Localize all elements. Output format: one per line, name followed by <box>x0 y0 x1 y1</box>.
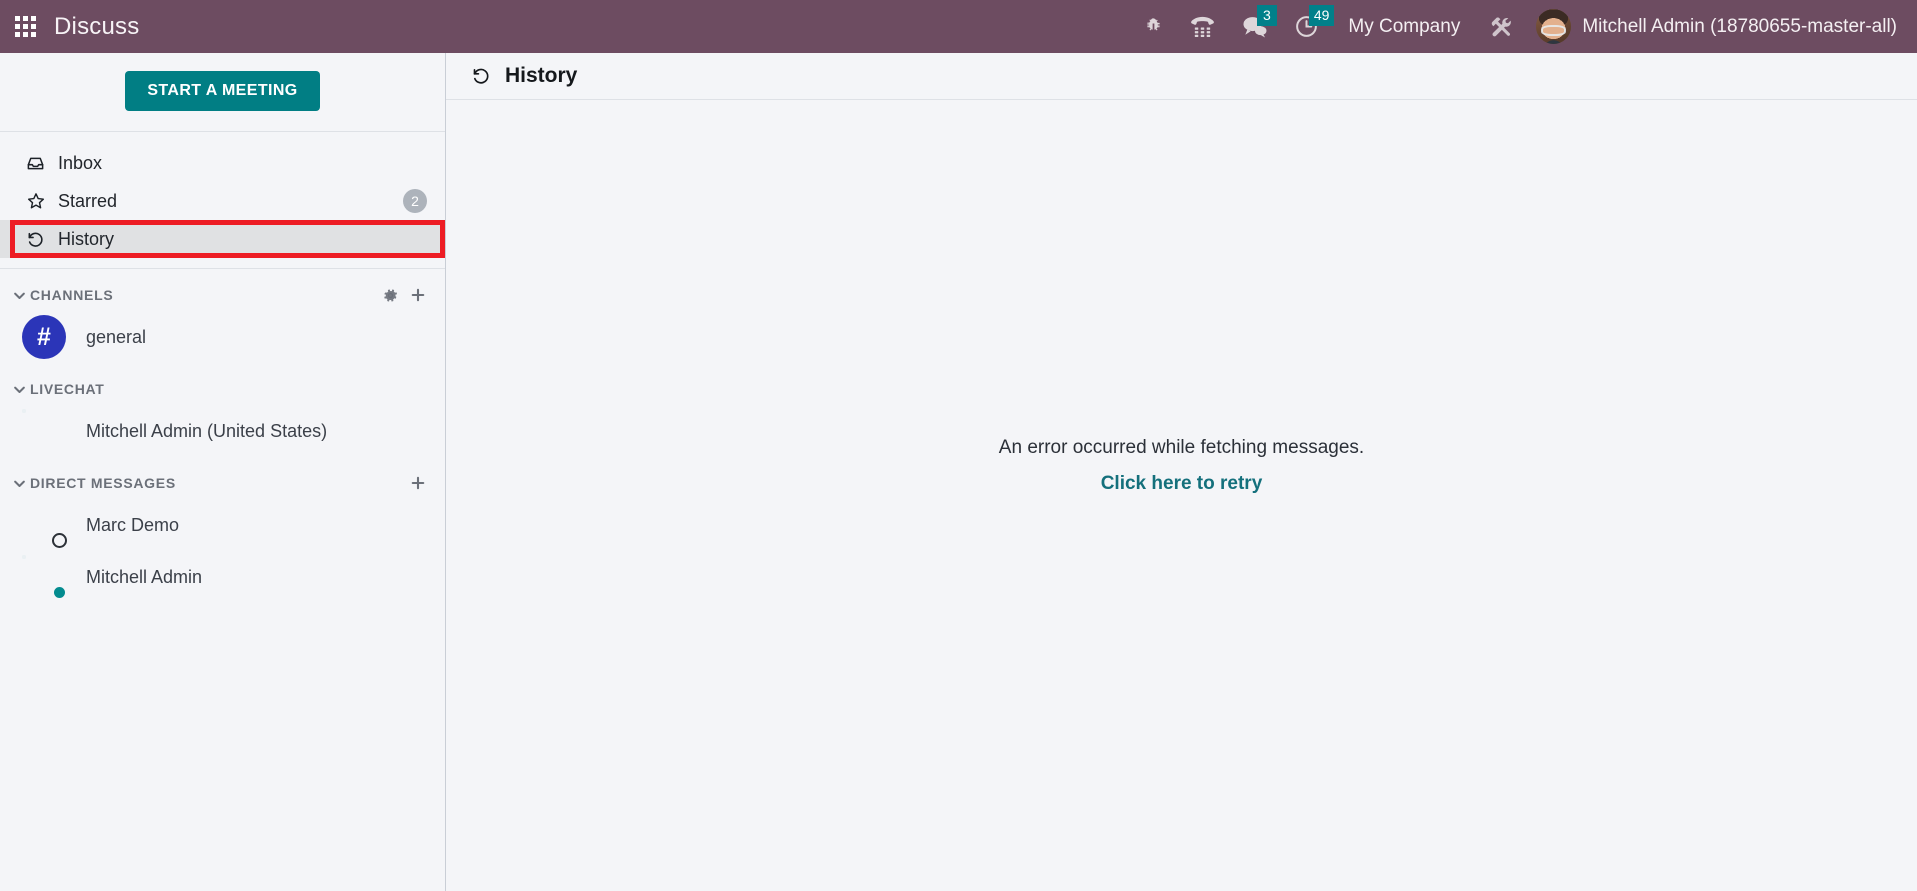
group-title: DIRECT MESSAGES <box>30 475 176 491</box>
group-title: CHANNELS <box>30 287 114 303</box>
activities-menu-button[interactable]: 49 <box>1281 0 1335 53</box>
status-indicator-offline <box>52 533 67 548</box>
messages-menu-button[interactable]: 3 <box>1228 0 1281 53</box>
hash-icon: # <box>22 315 66 359</box>
channels-group-header[interactable]: CHANNELS <box>0 279 445 311</box>
avatar <box>1536 9 1572 44</box>
sidebar-group-channels: CHANNELS # general <box>0 269 445 363</box>
group-title: LIVECHAT <box>30 381 105 397</box>
top-navbar: Discuss 3 49 My Company Mitchell Admin (… <box>0 0 1917 53</box>
avatar <box>22 409 66 453</box>
sidebar-channel-general[interactable]: # general <box>0 311 445 363</box>
channel-name: general <box>86 326 147 347</box>
sidebar-item-label: Starred <box>58 190 118 211</box>
history-icon <box>471 66 491 86</box>
sidebar-dm-marc-demo[interactable]: Marc Demo <box>0 499 445 551</box>
history-icon <box>26 230 52 249</box>
avatar <box>22 503 67 548</box>
activities-count-badge: 49 <box>1308 5 1335 26</box>
apps-grid-icon[interactable] <box>8 10 42 44</box>
livechat-name: Mitchell Admin (United States) <box>86 420 328 441</box>
app-brand-title: Discuss <box>54 12 140 40</box>
star-icon <box>26 191 52 211</box>
starred-counter-badge: 2 <box>403 189 427 213</box>
sidebar-livechat-mitchell-admin-united-states[interactable]: Mitchell Admin (United States) <box>0 405 445 457</box>
message-list-area: An error occurred while fetching message… <box>446 100 1917 891</box>
plus-icon[interactable] <box>409 286 427 304</box>
mailbox-list: Inbox Starred 2 History <box>0 132 445 269</box>
app-body: START A MEETING Inbox Starred 2 History … <box>0 53 1917 891</box>
sidebar-item-label: Inbox <box>58 152 103 173</box>
discuss-sidebar: START A MEETING Inbox Starred 2 History … <box>0 53 446 891</box>
dm-name: Mitchell Admin <box>86 566 203 587</box>
chevron-down-icon[interactable] <box>8 476 30 491</box>
status-indicator-online <box>52 585 67 600</box>
avatar <box>22 555 67 600</box>
sidebar-group-livechat: LIVECHAT Mitchell Admin (United States) <box>0 363 445 457</box>
messages-count-badge: 3 <box>1256 5 1277 26</box>
start-meeting-zone: START A MEETING <box>0 53 445 132</box>
company-switcher[interactable]: My Company <box>1332 16 1476 38</box>
gear-icon[interactable] <box>382 287 399 304</box>
direct-messages-group-actions <box>409 474 427 492</box>
sidebar-item-history[interactable]: History <box>0 220 445 258</box>
retry-link[interactable]: Click here to retry <box>1101 473 1263 495</box>
sidebar-dm-mitchell-admin[interactable]: Mitchell Admin <box>0 551 445 603</box>
phone-dialpad-icon[interactable] <box>1177 0 1228 53</box>
user-menu[interactable]: Mitchell Admin (18780655-master-all) <box>1526 9 1903 44</box>
chevron-down-icon[interactable] <box>8 288 30 303</box>
wrench-screwdriver-icon[interactable] <box>1476 0 1526 53</box>
sidebar-item-label: History <box>58 228 115 249</box>
bug-icon[interactable] <box>1130 0 1177 53</box>
direct-messages-group-header[interactable]: DIRECT MESSAGES <box>0 467 445 499</box>
error-message: An error occurred while fetching message… <box>998 436 1365 458</box>
chevron-down-icon[interactable] <box>8 382 30 397</box>
plus-icon[interactable] <box>409 474 427 492</box>
main-panel: History An error occurred while fetching… <box>446 53 1917 891</box>
main-panel-header: History <box>446 53 1917 100</box>
dm-name: Marc Demo <box>86 514 180 535</box>
livechat-group-header[interactable]: LIVECHAT <box>0 373 445 405</box>
sidebar-item-starred[interactable]: Starred 2 <box>0 182 445 220</box>
inbox-icon <box>26 154 52 173</box>
sidebar-item-inbox[interactable]: Inbox <box>0 144 445 182</box>
channels-group-actions <box>382 286 427 304</box>
page-title: History <box>505 64 578 87</box>
user-name-label: Mitchell Admin (18780655-master-all) <box>1582 15 1897 37</box>
sidebar-group-direct-messages: DIRECT MESSAGES Marc Demo Mitchell Admin <box>0 457 445 603</box>
start-meeting-button[interactable]: START A MEETING <box>125 71 320 111</box>
